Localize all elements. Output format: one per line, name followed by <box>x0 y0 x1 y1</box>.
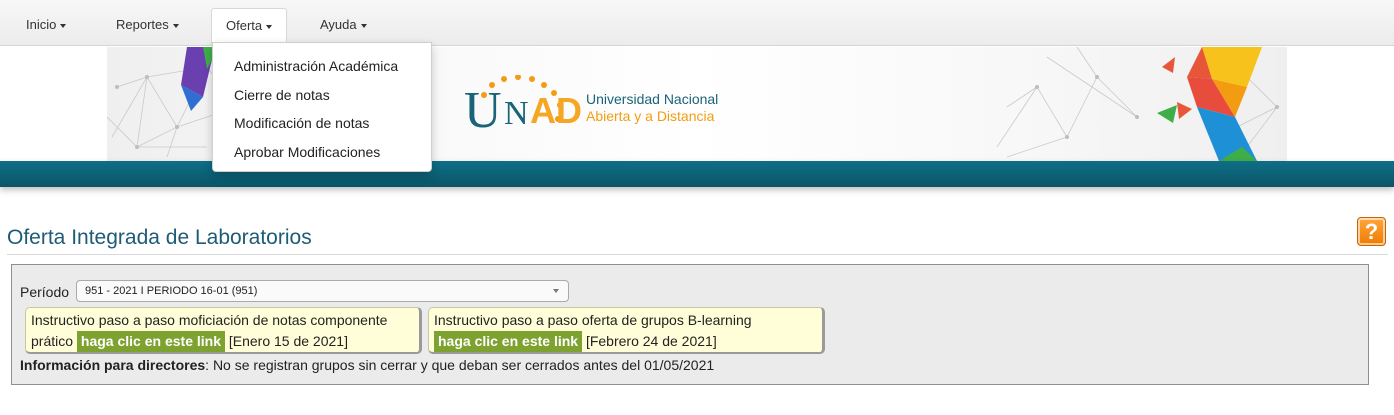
nav-menu-inicio-label: Inicio <box>26 17 57 32</box>
header-banner: U N AD Universidad Nacional Abierta y a … <box>0 47 1394 187</box>
title-divider <box>7 254 1388 255</box>
instructivo-note-notas: Instructivo paso a paso moficiación de n… <box>25 307 422 354</box>
help-icon[interactable]: ? <box>1357 217 1386 246</box>
instructivo-note-blearning-text: Instructivo paso a paso oferta de grupos… <box>434 312 752 328</box>
menu-item-aprobar-modificaciones[interactable]: Aprobar Modificaciones <box>213 138 431 167</box>
unad-logo: U N AD Universidad Nacional Abierta y a … <box>464 75 734 141</box>
info-directores: Información para directores: No se regis… <box>20 357 714 373</box>
nav-menu-reportes[interactable]: Reportes <box>102 8 193 42</box>
nav-menu-oferta[interactable]: Oferta <box>211 8 288 44</box>
instructivo-notas-link[interactable]: haga clic en este link <box>76 331 225 352</box>
banner-decoration-right <box>996 47 1279 161</box>
menu-item-modificacion-de-notas[interactable]: Modificación de notas <box>213 109 431 138</box>
instructivo-note-notas-text: Instructivo paso a paso moficiación de n… <box>31 312 388 328</box>
periodo-select-value: 951 - 2021 I PERIODO 16-01 (951) <box>85 285 258 297</box>
oferta-dropdown-menu: Administración Académica Cierre de notas… <box>212 42 432 172</box>
nav-menu-inicio[interactable]: Inicio <box>12 8 80 42</box>
caret-down-icon <box>360 23 367 28</box>
filter-panel: Período 951 - 2021 I PERIODO 16-01 (951)… <box>11 264 1369 385</box>
instructivo-note-notas-text2: prático <box>31 333 74 349</box>
instructivo-note-blearning: Instructivo paso a paso oferta de grupos… <box>428 307 825 354</box>
instructivo-note-blearning-date: [Febrero 24 de 2021] <box>585 333 717 349</box>
logo-text-line1: Universidad Nacional <box>586 91 719 107</box>
info-directores-label: Información para directores <box>20 357 206 373</box>
nav-menu-ayuda[interactable]: Ayuda <box>306 8 381 42</box>
instructivo-note-notas-date: [Enero 15 de 2021] <box>228 333 348 349</box>
logo-text-line2: Abierta y a Distancia <box>586 108 715 124</box>
periodo-select[interactable]: 951 - 2021 I PERIODO 16-01 (951) <box>76 280 569 302</box>
nav-menu-ayuda-label: Ayuda <box>320 17 357 32</box>
logo-letter-u: U <box>464 82 502 139</box>
menu-item-cierre-de-notas[interactable]: Cierre de notas <box>213 81 431 110</box>
banner-teal-strip <box>0 161 1394 187</box>
caret-down-icon <box>60 23 67 28</box>
nav-menu-oferta-label: Oferta <box>226 18 263 33</box>
menu-item-administracion-academica[interactable]: Administración Académica <box>213 52 431 81</box>
caret-down-icon <box>266 24 273 29</box>
logo-letter-n: N <box>504 95 529 132</box>
instructivo-blearning-link[interactable]: haga clic en este link <box>434 331 583 352</box>
nav-menu-reportes-label: Reportes <box>116 17 169 32</box>
top-navbar: Inicio Reportes Oferta Ayuda <box>0 0 1394 46</box>
periodo-label: Período <box>20 284 70 300</box>
chevron-down-icon <box>553 289 559 293</box>
caret-down-icon <box>172 23 179 28</box>
logo-letters-ad: AD <box>530 90 582 131</box>
info-directores-text: : No se registran grupos sin cerrar y qu… <box>205 357 715 373</box>
page-title: Oferta Integrada de Laboratorios <box>7 226 312 249</box>
